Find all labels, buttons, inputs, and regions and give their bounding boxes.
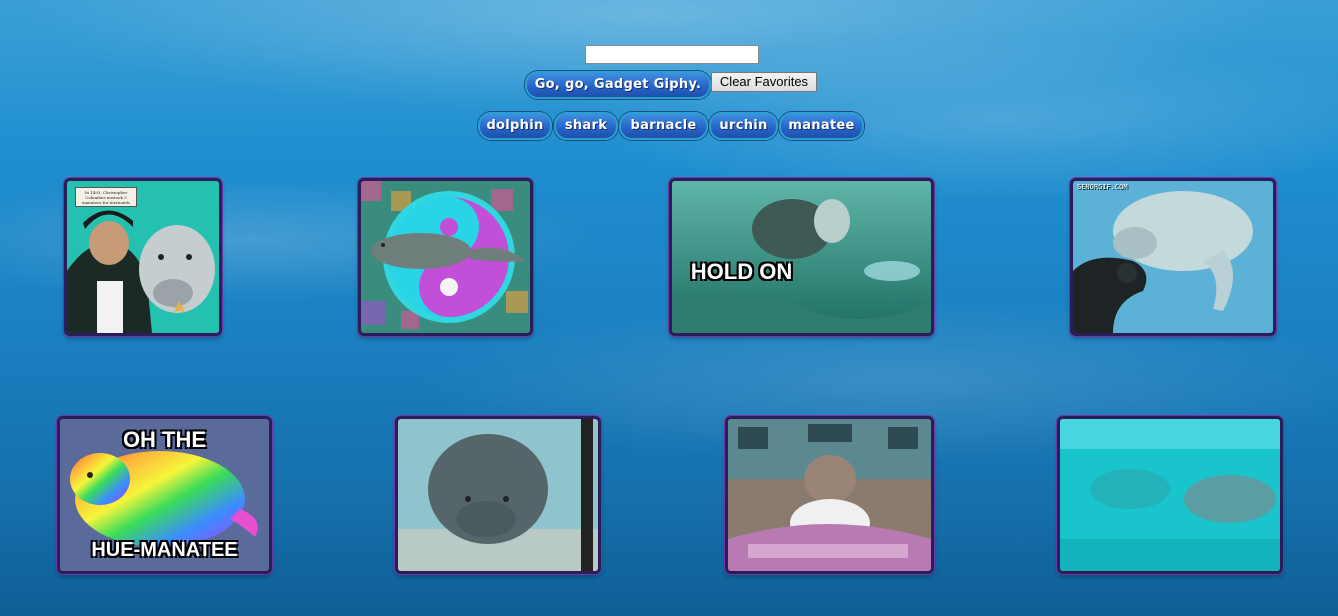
topic-button-dolphin[interactable]: dolphin (478, 112, 552, 140)
gif-image (672, 181, 931, 333)
gif-watermark: SENORGIF.COM (1077, 183, 1128, 191)
gif-hue-manatee[interactable]: OH THE HUE-MANATEE (57, 416, 272, 574)
topic-button-barnacle[interactable]: barnacle (619, 112, 708, 140)
topic-button-shark[interactable]: shark (554, 112, 618, 140)
gif-image (1060, 419, 1280, 571)
gif-cartoon-manatee-control-room[interactable] (725, 416, 934, 574)
gif-image (361, 181, 530, 333)
gif-columbus-manatee[interactable]: In 1493, Christopher Columbus mistook 3 … (64, 178, 222, 336)
gif-caption: HOLD ON (690, 259, 793, 284)
gif-yinyang-manatee[interactable] (358, 178, 533, 336)
gif-image (398, 419, 598, 571)
clear-favorites-button[interactable]: Clear Favorites (711, 72, 817, 92)
gif-hold-on-manatee[interactable]: HOLD ON (669, 178, 934, 336)
gif-image (1073, 181, 1273, 333)
topic-button-manatee[interactable]: manatee (779, 112, 864, 140)
gif-manatee-pool[interactable] (1057, 416, 1283, 574)
gif-manatee-diver[interactable]: SENORGIF.COM (1070, 178, 1276, 336)
gif-caption: In 1493, Christopher Columbus mistook 3 … (75, 187, 137, 207)
search-input[interactable] (585, 45, 759, 64)
gif-caption-bottom: HUE-MANATEE (91, 539, 238, 561)
gif-manatee-aquarium[interactable] (395, 416, 601, 574)
go-gadget-giphy-button[interactable]: Go, go, Gadget Giphy. (525, 71, 711, 99)
topic-button-urchin[interactable]: urchin (709, 112, 778, 140)
gif-image (728, 419, 931, 571)
gif-caption-top: OH THE (122, 427, 207, 452)
